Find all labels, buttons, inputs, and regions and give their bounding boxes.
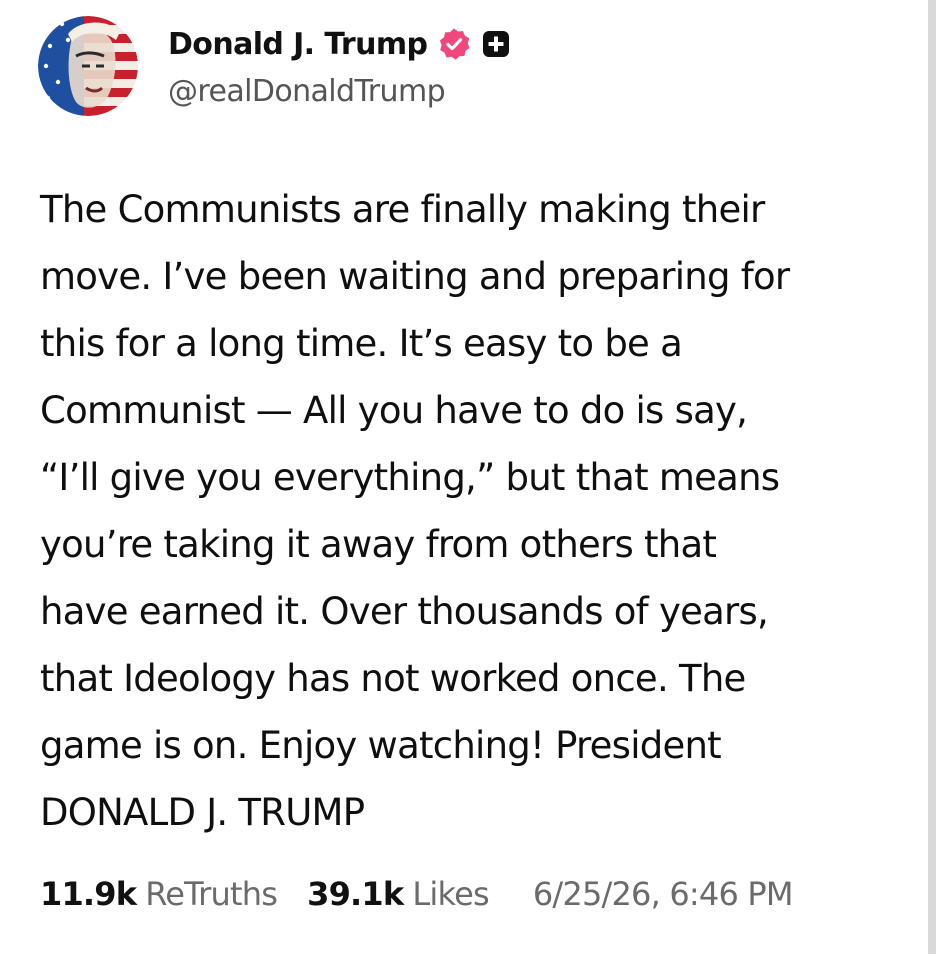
retruths-label: ReTruths — [145, 875, 278, 913]
likes-label: Likes — [412, 875, 489, 913]
author-name-row: Donald J. Trump — [168, 22, 511, 66]
post-text-line: “I’ll give you everything,” but that mea… — [40, 456, 780, 499]
post-text-line: you’re taking it away from others that — [40, 523, 717, 566]
post-text-line: game is on. Enjoy watching! President — [40, 724, 722, 767]
likes-stat[interactable]: 39.1k Likes — [307, 875, 490, 913]
plus-square-icon — [481, 29, 511, 59]
post-timestamp[interactable]: 6/25/26, 6:46 PM — [533, 875, 794, 913]
post-text-line: The Communists are finally making their — [40, 188, 765, 231]
author-handle[interactable]: @realDonaldTrump — [168, 74, 446, 109]
post-body: The Communists are finally making their … — [40, 176, 900, 846]
verified-check-badge-icon — [437, 27, 471, 61]
post-text-line: this for a long time. It’s easy to be a — [40, 322, 683, 365]
truth-post: Donald J. Trump @realDonaldTrump The Com… — [0, 0, 922, 954]
flag-portrait-avatar — [38, 16, 138, 116]
post-text-line: that Ideology has not worked once. The — [40, 657, 746, 700]
post-text-line: Communist — All you have to do is say, — [40, 389, 748, 432]
post-text-line: have earned it. Over thousands of years, — [40, 590, 769, 633]
avatar[interactable] — [38, 16, 138, 116]
retruths-count: 11.9k — [40, 875, 137, 913]
likes-count: 39.1k — [307, 875, 404, 913]
post-text-line: DONALD J. TRUMP — [40, 791, 365, 834]
post-text-line: move. I’ve been waiting and preparing fo… — [40, 255, 790, 298]
author-display-name[interactable]: Donald J. Trump — [168, 27, 428, 62]
post-stats: 11.9k ReTruths 39.1k Likes 6/25/26, 6:46… — [40, 866, 794, 922]
retruths-stat[interactable]: 11.9k ReTruths — [40, 875, 278, 913]
scrollbar-track[interactable] — [928, 0, 936, 954]
